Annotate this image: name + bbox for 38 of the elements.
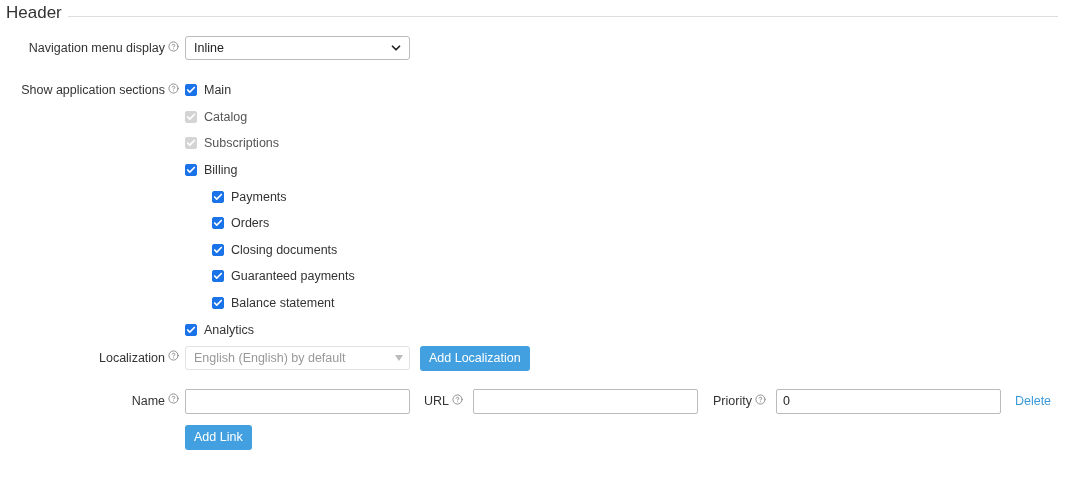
field-label: Navigation menu display: [28, 41, 165, 55]
field-label: Localization: [99, 350, 165, 365]
navigation-menu-select[interactable]: Inline: [185, 36, 410, 60]
help-icon[interactable]: [168, 40, 179, 52]
checkbox[interactable]: [212, 297, 224, 310]
add-link-button[interactable]: Add Link: [185, 424, 252, 450]
url-input[interactable]: [473, 388, 698, 414]
checkbox[interactable]: [212, 243, 224, 256]
checkbox-label: Orders: [231, 216, 270, 231]
checkbox[interactable]: [185, 323, 197, 336]
name-input[interactable]: [185, 388, 410, 414]
help-icon[interactable]: [452, 393, 463, 405]
checkbox[interactable]: [185, 84, 197, 97]
checkbox-label: Analytics: [204, 322, 255, 337]
caret-icon: [395, 355, 403, 362]
checkbox[interactable]: [212, 270, 224, 283]
help-icon[interactable]: [754, 393, 766, 405]
checkbox-label: Balance statement: [231, 296, 335, 311]
help-icon[interactable]: [168, 82, 179, 94]
delete-link[interactable]: Delete: [1014, 394, 1052, 409]
field-label: Show application sections: [21, 83, 165, 97]
field-label: Name: [131, 393, 165, 408]
checkbox-label: Main: [204, 83, 232, 98]
checkbox-label: Guaranteed payments: [231, 269, 355, 284]
checkbox-label: Subscriptions: [204, 136, 280, 151]
checkbox-label: Billing: [204, 163, 238, 178]
field-label: Priority: [713, 394, 752, 409]
checkbox[interactable]: [185, 164, 197, 177]
help-icon[interactable]: [168, 393, 179, 405]
checkbox[interactable]: [212, 217, 224, 230]
checkbox[interactable]: [212, 190, 224, 203]
section-title: Header: [6, 3, 62, 23]
field-label: URL: [424, 394, 449, 409]
checkbox-label: Closing documents: [231, 242, 338, 257]
checkbox-label: Catalog: [204, 109, 248, 124]
help-icon[interactable]: [168, 350, 179, 362]
priority-input[interactable]: 0: [775, 388, 1001, 414]
checkbox-label: Payments: [231, 189, 287, 204]
